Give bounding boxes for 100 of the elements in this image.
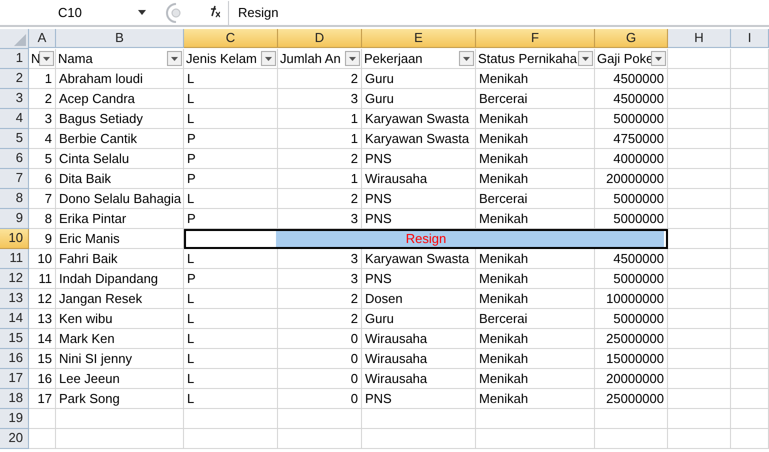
table-cell: 4500000 [595, 69, 668, 89]
row-header[interactable]: 18 [0, 389, 29, 409]
row-header[interactable]: 12 [0, 269, 29, 289]
row-header[interactable]: 1 [0, 49, 29, 69]
table-cell: Park Song [56, 389, 184, 409]
row-header[interactable]: 13 [0, 289, 29, 309]
table-cell: Fahri Baik [56, 249, 184, 269]
table-cell: Acep Candra [56, 89, 184, 109]
row-header[interactable]: 17 [0, 369, 29, 389]
table-cell: L [184, 309, 278, 329]
table-cell: 14 [29, 329, 56, 349]
empty-cell [668, 289, 731, 309]
table-cell: 15 [29, 349, 56, 369]
column-header[interactable]: E [362, 29, 476, 48]
table-cell: 5000000 [595, 189, 668, 209]
column-header[interactable]: C [184, 29, 278, 48]
table-cell: Menikah [476, 169, 595, 189]
row-header[interactable]: 20 [0, 429, 29, 449]
row-header[interactable]: 7 [0, 169, 29, 189]
table-cell: Abraham loudi [56, 69, 184, 89]
table-cell: Menikah [476, 349, 595, 369]
table-cell: 2 [278, 69, 362, 89]
caret-icon[interactable] [138, 10, 146, 15]
table-cell: Bercerai [476, 189, 595, 209]
empty-cell [731, 109, 769, 129]
table-cell: 2 [29, 89, 56, 109]
table-cell: 2 [278, 309, 362, 329]
row-header[interactable]: 6 [0, 149, 29, 169]
row-header[interactable]: 10 [0, 229, 29, 249]
filter-button[interactable] [345, 51, 360, 66]
table-cell: 4750000 [595, 129, 668, 149]
table-cell: Bercerai [476, 309, 595, 329]
empty-cell [731, 189, 769, 209]
filter-button[interactable] [578, 51, 593, 66]
row-header[interactable]: 5 [0, 129, 29, 149]
table-cell: 5000000 [595, 269, 668, 289]
row-header[interactable]: 11 [0, 249, 29, 269]
header-cell: Jumlah An [278, 49, 362, 69]
table-cell: Wirausaha [362, 369, 476, 389]
formula-field[interactable]: Resign [228, 0, 769, 24]
name-box[interactable]: C10 [0, 2, 158, 24]
table-cell: L [184, 249, 278, 269]
column-header[interactable]: H [668, 29, 731, 48]
column-header[interactable]: B [56, 29, 184, 48]
table-cell: PNS [362, 389, 476, 409]
row-header[interactable]: 15 [0, 329, 29, 349]
empty-cell [668, 189, 731, 209]
table-cell: Guru [362, 69, 476, 89]
empty-cell [731, 329, 769, 349]
empty-cell [731, 389, 769, 409]
empty-cell [731, 49, 769, 69]
table-cell: P [184, 269, 278, 289]
empty-cell [731, 289, 769, 309]
table-cell: Lee Jeeun [56, 369, 184, 389]
column-header[interactable]: D [278, 29, 362, 48]
table-cell: L [184, 189, 278, 209]
table-cell: 0 [278, 389, 362, 409]
empty-cell [731, 169, 769, 189]
filter-button[interactable] [39, 51, 54, 66]
table-cell: 20000000 [595, 169, 668, 189]
table-cell: Menikah [476, 149, 595, 169]
table-cell: 17 [29, 389, 56, 409]
row-header[interactable]: 16 [0, 349, 29, 369]
table-cell: Menikah [476, 369, 595, 389]
column-header[interactable]: A [29, 29, 56, 48]
table-cell: Nini SI jenny [56, 349, 184, 369]
empty-cell [731, 369, 769, 389]
empty-cell [668, 269, 731, 289]
row-header[interactable]: 19 [0, 409, 29, 429]
table-cell: PNS [362, 269, 476, 289]
table-cell: 4500000 [595, 89, 668, 109]
table-cell: Menikah [476, 269, 595, 289]
row-header[interactable]: 3 [0, 89, 29, 109]
filter-button[interactable] [651, 51, 666, 66]
header-cell: Pekerjaan [362, 49, 476, 69]
row-header[interactable]: 9 [0, 209, 29, 229]
table-cell: Menikah [476, 389, 595, 409]
row-header[interactable]: 2 [0, 69, 29, 89]
table-cell: 3 [278, 269, 362, 289]
table-cell: Karyawan Swasta [362, 129, 476, 149]
row-header[interactable]: 8 [0, 189, 29, 209]
table-cell: Menikah [476, 329, 595, 349]
filter-button[interactable] [261, 51, 276, 66]
empty-cell [668, 69, 731, 89]
filter-button[interactable] [167, 51, 182, 66]
table-cell: 1 [278, 169, 362, 189]
row-header[interactable]: 14 [0, 309, 29, 329]
empty-cell [668, 49, 731, 69]
filter-button[interactable] [459, 51, 474, 66]
row-header[interactable]: 4 [0, 109, 29, 129]
column-header[interactable]: I [731, 29, 769, 48]
caret-icon [43, 56, 50, 60]
table-cell: 16 [29, 369, 56, 389]
column-header[interactable]: F [476, 29, 595, 48]
column-header[interactable]: G [595, 29, 668, 48]
empty-cell [731, 129, 769, 149]
table-cell: Cinta Selalu [56, 149, 184, 169]
table-cell: 8 [29, 209, 56, 229]
empty-cell [731, 149, 769, 169]
table-cell: 0 [278, 329, 362, 349]
